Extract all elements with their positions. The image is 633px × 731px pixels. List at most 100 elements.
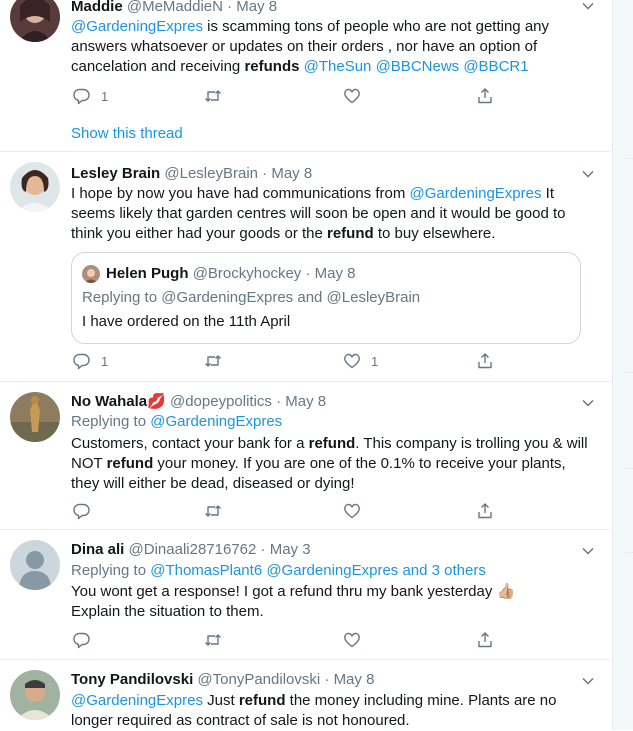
reply-count: 1	[101, 353, 109, 369]
retweet-button[interactable]	[204, 501, 222, 521]
retweet-button[interactable]	[204, 86, 222, 106]
tweet-lesley-brain[interactable]: Lesley Brain @LesleyBrain · May 8 I hope…	[0, 152, 610, 382]
display-name[interactable]: Lesley Brain	[71, 165, 160, 182]
mention-link[interactable]: @TheSun	[304, 58, 372, 75]
tweet-date[interactable]: May 8	[236, 0, 277, 15]
avatar[interactable]	[10, 540, 60, 590]
sidebar-divider	[625, 552, 633, 553]
reply-button[interactable]	[73, 630, 91, 650]
quote-avatar	[82, 265, 100, 283]
mention-link[interactable]: @GardeningExpres	[410, 185, 542, 202]
mention-link[interactable]: @BBCNews	[376, 58, 460, 75]
tweet-header: Lesley Brain @LesleyBrain · May 8	[71, 164, 312, 184]
tweet-date[interactable]: May 8	[334, 671, 375, 688]
retweet-icon	[205, 634, 221, 646]
chevron-down-icon[interactable]	[582, 0, 594, 12]
tweet-maddie[interactable]: Maddie @MeMaddieN · May 8 @GardeningExpr…	[0, 0, 610, 152]
tweet-header: Dina ali @Dinaali28716762 · May 3	[71, 540, 311, 560]
chevron-down-icon[interactable]	[582, 675, 594, 687]
retweet-icon	[205, 355, 221, 367]
tweet-text-segment: You wont get a response! I got a refund …	[71, 583, 516, 620]
replying-users[interactable]: @GardeningExpres	[150, 413, 282, 430]
share-icon	[478, 632, 492, 648]
display-name[interactable]: Maddie	[71, 0, 123, 15]
separator: ·	[324, 671, 330, 688]
tweet-text-segment: Just	[202, 692, 239, 709]
replying-label: Replying to	[82, 289, 158, 306]
replying-label: Replying to	[71, 413, 147, 430]
like-button[interactable]: 1	[343, 351, 378, 371]
like-button[interactable]	[343, 501, 361, 521]
tweet-date[interactable]: May 8	[271, 165, 312, 182]
retweet-button[interactable]	[204, 630, 222, 650]
replying-to: Replying to @ThomasPlant6 @GardeningExpr…	[71, 561, 486, 581]
avatar[interactable]	[10, 670, 60, 720]
chevron-down-icon[interactable]	[582, 397, 594, 409]
tweet-actions: 1 1	[71, 351, 501, 371]
show-thread-link[interactable]: Show this thread	[71, 125, 183, 142]
retweet-button[interactable]	[204, 351, 222, 371]
sidebar-divider	[625, 158, 633, 159]
like-count: 1	[371, 353, 379, 369]
tweet-date[interactable]: May 3	[270, 541, 311, 558]
reply-button[interactable]: 1	[73, 351, 108, 371]
share-button[interactable]	[476, 351, 494, 371]
user-handle[interactable]: @MeMaddieN	[127, 0, 223, 15]
display-name[interactable]: No Wahala💋	[71, 393, 166, 410]
chevron-down-icon[interactable]	[582, 545, 594, 557]
reply-button[interactable]: 1	[73, 86, 108, 106]
highlighted-keyword: refunds	[244, 58, 300, 75]
mention-link[interactable]: @BBCR1	[463, 58, 528, 75]
share-icon	[478, 353, 492, 369]
like-button[interactable]	[343, 630, 361, 650]
tweet-text: @GardeningExpres Just refund the money i…	[71, 691, 591, 731]
user-handle[interactable]: @Dinaali28716762	[129, 541, 257, 558]
tweet-text-segment: I hope by now you have had communication…	[71, 185, 410, 202]
reply-button[interactable]	[73, 501, 91, 521]
user-handle[interactable]: @dopeypolitics	[170, 393, 272, 410]
quote-display-name: Helen Pugh	[106, 265, 189, 282]
mention-link[interactable]: @GardeningExpres	[71, 692, 203, 709]
mention-link[interactable]: @GardeningExpres	[71, 18, 203, 35]
user-handle[interactable]: @LesleyBrain	[164, 165, 258, 182]
tweet-date[interactable]: May 8	[285, 393, 326, 410]
retweet-icon	[205, 90, 221, 102]
like-icon	[344, 88, 360, 104]
tweet-dina-ali[interactable]: Dina ali @Dinaali28716762 · May 3 Replyi…	[0, 530, 610, 660]
tweet-header: No Wahala💋 @dopeypolitics · May 8	[71, 392, 326, 412]
quote-header: Helen Pugh @Brockyhockey · May 8	[106, 264, 356, 284]
like-button[interactable]	[343, 86, 361, 106]
share-button[interactable]	[476, 630, 494, 650]
quote-handle: @Brockyhockey	[192, 265, 302, 282]
user-handle[interactable]: @TonyPandilovski	[197, 671, 320, 688]
like-icon	[344, 503, 360, 519]
replying-users[interactable]: @ThomasPlant6 @GardeningExpres and 3 oth…	[150, 562, 486, 579]
quote-text: I have ordered on the 11th April	[82, 313, 291, 330]
display-name[interactable]: Dina ali	[71, 541, 124, 558]
avatar[interactable]	[10, 162, 60, 212]
display-name[interactable]: Tony Pandilovski	[71, 671, 193, 688]
tweet-text-segment: to buy elsewhere.	[373, 225, 496, 242]
quoted-tweet[interactable]: Helen Pugh @Brockyhockey · May 8 Replyin…	[71, 252, 581, 344]
retweet-icon	[205, 505, 221, 517]
replying-users: @GardeningExpres and @LesleyBrain	[161, 289, 421, 306]
tweet-text: Customers, contact your bank for a refun…	[71, 434, 591, 494]
share-button[interactable]	[476, 501, 494, 521]
sidebar-divider	[625, 372, 633, 373]
avatar[interactable]	[10, 392, 60, 442]
chevron-down-icon[interactable]	[582, 168, 594, 180]
tweet-text: @GardeningExpres is scamming tons of peo…	[71, 17, 591, 77]
separator: ·	[260, 541, 266, 558]
highlighted-keyword: refund	[327, 225, 374, 242]
separator: ·	[305, 265, 311, 282]
highlighted-keyword: refund	[106, 455, 154, 472]
reply-icon	[73, 88, 90, 105]
highlighted-keyword: refund	[308, 435, 356, 452]
tweet-tony-pandilovski[interactable]: Tony Pandilovski @TonyPandilovski · May …	[0, 660, 610, 730]
tweet-actions	[71, 501, 501, 521]
share-button[interactable]	[476, 86, 494, 106]
tweet-no-wahala[interactable]: No Wahala💋 @dopeypolitics · May 8 Replyi…	[0, 382, 610, 530]
tweet-text-segment: Customers, contact your bank for a	[71, 435, 309, 452]
like-icon	[344, 353, 360, 369]
avatar[interactable]	[10, 0, 60, 42]
